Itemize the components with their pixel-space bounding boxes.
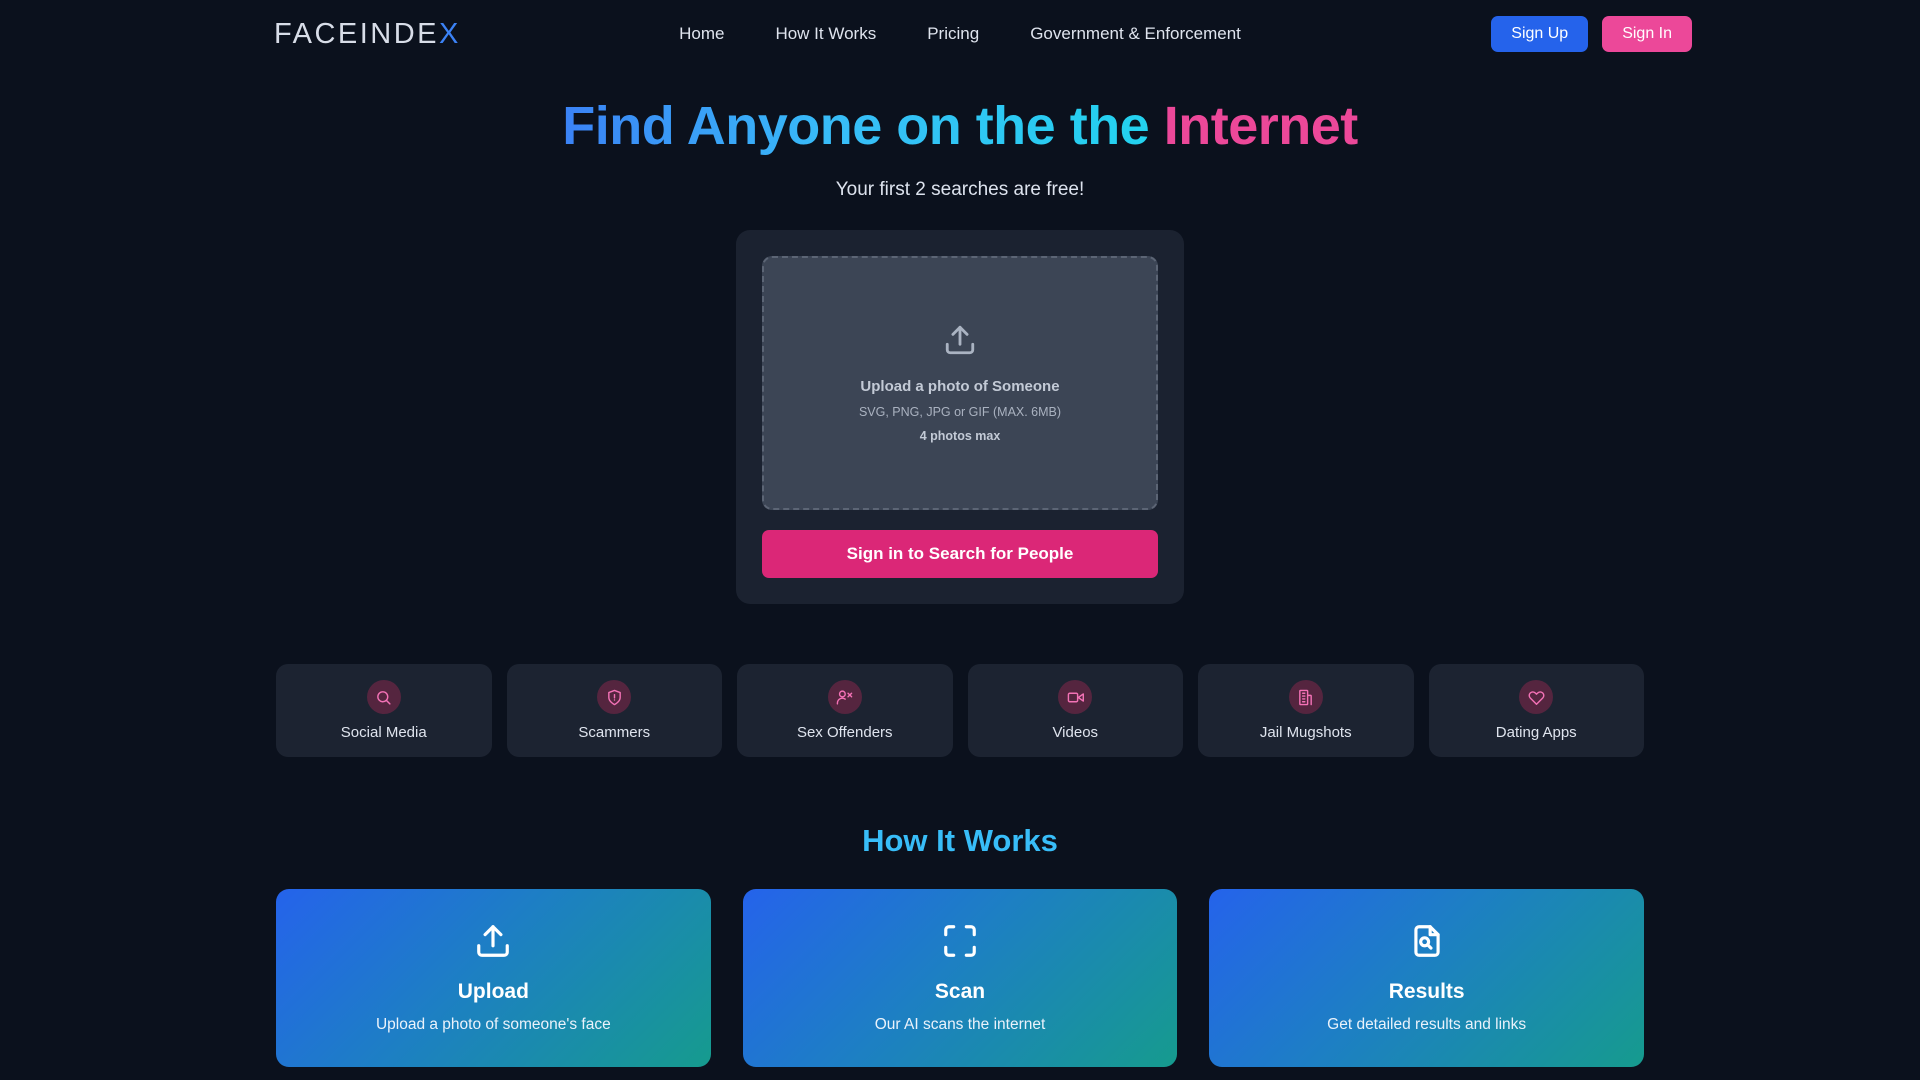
- category-label: Dating Apps: [1495, 724, 1577, 742]
- category-label: Videos: [1052, 724, 1099, 742]
- nav-item-pricing[interactable]: Pricing: [927, 24, 979, 44]
- site-header: FACEINDE X Home How It Works Pricing Gove…: [0, 0, 1920, 68]
- search-icon: [366, 680, 401, 715]
- step-name: Upload: [457, 980, 529, 1004]
- upload-panel: Upload a photo of Someone SVG, PNG, JPG …: [736, 230, 1184, 605]
- hero-subtitle: Your first 2 searches are free!: [835, 179, 1085, 201]
- dropzone-max-photos: 4 photos max: [919, 429, 1001, 444]
- category-label: Sex Offenders: [796, 724, 893, 742]
- category-card-scammers[interactable]: Scammers: [506, 664, 722, 758]
- step-description: Upload a photo of someone's face: [375, 1016, 611, 1034]
- how-it-works-card-scan[interactable]: Scan Our AI scans the internet: [742, 889, 1178, 1068]
- category-card-videos[interactable]: Videos: [967, 664, 1183, 758]
- step-description: Get detailed results and links: [1327, 1016, 1527, 1034]
- category-label: Social Media: [340, 724, 427, 742]
- how-it-works-title: How It Works: [862, 823, 1058, 859]
- step-name: Scan: [934, 980, 986, 1004]
- shield-alert-icon: [597, 680, 632, 715]
- logo-text: FACEINDE: [274, 17, 440, 50]
- heart-icon: [1519, 680, 1554, 715]
- hero-heading-main: Find Anyone on the the: [562, 96, 1164, 156]
- nav-item-government-enforcement[interactable]: Government & Enforcement: [1030, 24, 1241, 44]
- category-label: Scammers: [578, 724, 651, 742]
- scan-frame-icon: [941, 922, 979, 965]
- hero-section: Find Anyone on the the Internet Your fir…: [0, 95, 1920, 201]
- page-title: Find Anyone on the the Internet: [0, 95, 1920, 157]
- upload-icon: [474, 922, 512, 965]
- how-it-works-card-results[interactable]: Results Get detailed results and links: [1209, 889, 1645, 1068]
- how-it-works-card-upload[interactable]: Upload Upload a photo of someone's face: [276, 889, 711, 1068]
- dropzone-title: Upload a photo of Someone: [860, 378, 1060, 396]
- how-it-works-cards: Upload Upload a photo of someone's face …: [0, 889, 1920, 1068]
- nav-item-how-it-works[interactable]: How It Works: [775, 24, 876, 44]
- category-card-social-media[interactable]: Social Media: [276, 664, 492, 758]
- hero-heading-highlight: Internet: [1163, 96, 1359, 156]
- file-search-icon: [1408, 922, 1446, 965]
- sign-in-to-search-button[interactable]: Sign in to Search for People: [762, 530, 1158, 579]
- building-icon: [1288, 680, 1323, 715]
- category-card-jail-mugshots[interactable]: Jail Mugshots: [1198, 664, 1414, 758]
- sign-up-button[interactable]: Sign Up: [1491, 16, 1589, 52]
- dropzone-formats: SVG, PNG, JPG or GIF (MAX. 6MB): [858, 405, 1062, 420]
- upload-icon: [943, 323, 977, 362]
- step-name: Results: [1388, 980, 1465, 1004]
- photo-dropzone[interactable]: Upload a photo of Someone SVG, PNG, JPG …: [762, 256, 1158, 511]
- category-card-dating-apps[interactable]: Dating Apps: [1428, 664, 1644, 758]
- logo[interactable]: FACEINDE X: [274, 18, 461, 51]
- category-label: Jail Mugshots: [1259, 724, 1352, 742]
- category-card-sex-offenders[interactable]: Sex Offenders: [737, 664, 953, 758]
- user-x-icon: [827, 680, 862, 715]
- step-description: Our AI scans the internet: [874, 1016, 1046, 1034]
- sign-in-button[interactable]: Sign In: [1602, 16, 1692, 52]
- main-navigation: Home How It Works Pricing Government & E…: [679, 24, 1241, 44]
- video-camera-icon: [1058, 680, 1093, 715]
- category-cards: Social Media Scammers Sex Offenders Vide…: [0, 664, 1920, 758]
- nav-item-home[interactable]: Home: [679, 24, 724, 44]
- logo-accent-letter: X: [439, 17, 461, 50]
- auth-buttons: Sign Up Sign In: [1491, 16, 1692, 52]
